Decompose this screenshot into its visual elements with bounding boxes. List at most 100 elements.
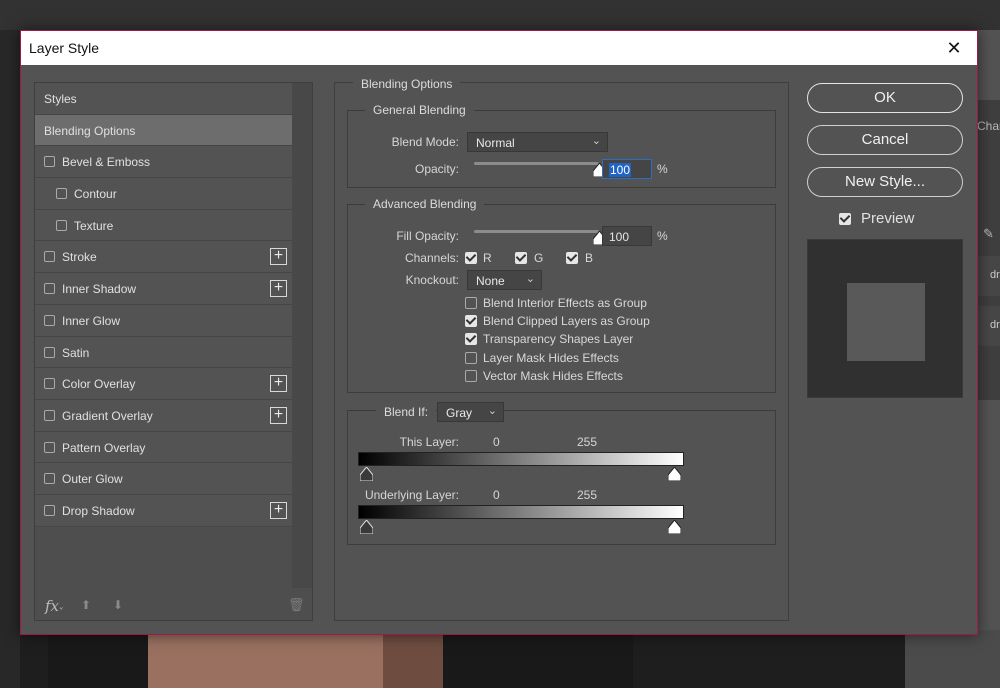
vector-mask-hides-effects-checkbox[interactable] xyxy=(465,370,477,382)
move-up-icon[interactable]: ⬆ xyxy=(81,598,91,612)
advanced-blending-group: Advanced Blending Fill Opacity: 100 % Ch… xyxy=(347,197,776,393)
stroke-checkbox[interactable] xyxy=(44,251,55,263)
layer-item-label: dr xyxy=(990,319,1000,331)
style-preview xyxy=(807,239,963,398)
blending-options-panel: Blending Options General Blending Blend … xyxy=(334,77,789,621)
style-item-inner-glow[interactable]: Inner Glow xyxy=(35,304,292,337)
style-item-label: Satin xyxy=(62,345,90,360)
add-stroke-icon[interactable]: + xyxy=(270,248,287,266)
color-overlay-checkbox[interactable] xyxy=(44,378,55,390)
style-item-satin[interactable]: Satin xyxy=(35,336,292,369)
texture-checkbox[interactable] xyxy=(56,219,67,231)
layer-item[interactable]: dr xyxy=(977,306,1000,346)
blend-interior-effects-checkbox[interactable] xyxy=(465,297,477,309)
outer-glow-checkbox[interactable] xyxy=(44,473,55,485)
underlying-layer-black-handle[interactable] xyxy=(360,520,373,534)
style-item-texture[interactable]: Texture xyxy=(35,209,292,242)
transparency-shapes-layer-checkbox[interactable] xyxy=(465,333,477,345)
right-panel-tab[interactable]: Char xyxy=(977,116,1000,136)
style-item-label: Drop Shadow xyxy=(62,503,135,518)
fill-opacity-label: Fill Opacity: xyxy=(396,229,459,243)
ok-button[interactable]: OK xyxy=(807,83,963,113)
channel-b-checkbox[interactable] xyxy=(566,252,578,264)
underlying-layer-min: 0 xyxy=(493,488,500,502)
general-blending-legend: General Blending xyxy=(365,103,474,117)
layer-item[interactable]: dr xyxy=(977,256,1000,296)
satin-checkbox[interactable] xyxy=(44,346,55,358)
blend-mode-value: Normal xyxy=(476,136,515,150)
drop-shadow-checkbox[interactable] xyxy=(44,504,55,516)
styles-panel: Styles Blending Options Bevel & Emboss C… xyxy=(34,82,313,621)
channels-label: Channels: xyxy=(404,251,459,265)
layer-style-dialog: Layer Style ✕ Styles Blending Options Be… xyxy=(20,30,978,635)
style-item-pattern-overlay[interactable]: Pattern Overlay xyxy=(35,431,292,464)
style-item-color-overlay[interactable]: Color Overlay + xyxy=(35,368,292,400)
styles-list: Styles Blending Options Bevel & Emboss C… xyxy=(35,83,292,527)
blend-if-select[interactable]: Gray ⌄ xyxy=(437,402,504,422)
blend-interior-effects-label[interactable]: Blend Interior Effects as Group xyxy=(483,296,647,310)
contour-checkbox[interactable] xyxy=(56,188,67,200)
style-item-outer-glow[interactable]: Outer Glow xyxy=(35,463,292,495)
styles-header[interactable]: Styles xyxy=(35,83,292,115)
underlying-layer-white-handle[interactable] xyxy=(668,520,681,534)
fx-icon[interactable]: fx˅ xyxy=(45,597,64,618)
layer-mask-hides-effects-label[interactable]: Layer Mask Hides Effects xyxy=(483,351,619,365)
knockout-value: None xyxy=(476,274,505,288)
opacity-input[interactable]: 100 xyxy=(602,159,652,179)
this-layer-max: 255 xyxy=(577,435,598,449)
this-layer-min: 0 xyxy=(493,435,500,449)
style-item-contour[interactable]: Contour xyxy=(35,178,292,210)
this-layer-white-handle[interactable] xyxy=(668,467,681,481)
channel-g-checkbox[interactable] xyxy=(515,252,527,264)
app-right-area xyxy=(905,630,1000,688)
add-color-overlay-icon[interactable]: + xyxy=(270,375,287,393)
style-item-gradient-overlay[interactable]: Gradient Overlay + xyxy=(35,399,292,432)
style-item-bevel-emboss[interactable]: Bevel & Emboss xyxy=(35,146,292,179)
blend-if-label: Blend If: xyxy=(376,405,437,419)
channel-r-checkbox[interactable] xyxy=(465,252,477,264)
style-item-stroke[interactable]: Stroke + xyxy=(35,241,292,274)
cancel-button[interactable]: Cancel xyxy=(807,125,963,155)
blend-clipped-layers-label[interactable]: Blend Clipped Layers as Group xyxy=(483,314,650,328)
layer-item-label: dr xyxy=(990,269,1000,281)
preview-checkbox[interactable] xyxy=(839,213,851,225)
transparency-shapes-layer-label[interactable]: Transparency Shapes Layer xyxy=(483,332,633,346)
style-item-blending-options[interactable]: Blending Options xyxy=(35,114,292,147)
gradient-overlay-checkbox[interactable] xyxy=(44,409,55,421)
opacity-label: Opacity: xyxy=(414,162,459,176)
general-blending-group: General Blending Blend Mode: Normal ⌄ Op… xyxy=(347,103,776,188)
knockout-select[interactable]: None ⌄ xyxy=(467,270,542,290)
move-down-icon[interactable]: ⬇ xyxy=(113,598,123,612)
pattern-overlay-checkbox[interactable] xyxy=(44,441,55,453)
fill-opacity-input[interactable]: 100 xyxy=(602,226,652,246)
add-drop-shadow-icon[interactable]: + xyxy=(270,501,287,519)
style-item-label: Color Overlay xyxy=(62,377,136,392)
channel-b-label: B xyxy=(585,251,594,265)
this-layer-gradient xyxy=(358,452,684,466)
inner-glow-checkbox[interactable] xyxy=(44,314,55,326)
style-item-label: Outer Glow xyxy=(62,472,123,487)
trash-icon[interactable]: 🗑 xyxy=(288,597,305,613)
this-layer-black-handle[interactable] xyxy=(360,467,373,481)
bevel-emboss-checkbox[interactable] xyxy=(44,156,55,168)
opacity-slider[interactable] xyxy=(474,162,599,165)
blend-clipped-layers-checkbox[interactable] xyxy=(465,315,477,327)
knockout-label: Knockout: xyxy=(405,273,459,287)
new-style-button[interactable]: New Style... xyxy=(807,167,963,197)
style-item-drop-shadow[interactable]: Drop Shadow + xyxy=(35,494,292,527)
underlying-layer-gradient xyxy=(358,505,684,519)
add-inner-shadow-icon[interactable]: + xyxy=(270,280,287,298)
blend-mode-select[interactable]: Normal ⌄ xyxy=(467,132,608,152)
close-icon[interactable]: ✕ xyxy=(943,37,965,59)
style-item-inner-shadow[interactable]: Inner Shadow + xyxy=(35,273,292,305)
fill-opacity-slider[interactable] xyxy=(474,230,599,233)
brush-icon[interactable]: ✎ xyxy=(983,226,994,242)
preview-label[interactable]: Preview xyxy=(861,210,914,227)
app-toolbar xyxy=(0,0,1000,30)
add-gradient-overlay-icon[interactable]: + xyxy=(270,406,287,424)
styles-scrollbar[interactable] xyxy=(292,83,312,588)
layer-mask-hides-effects-checkbox[interactable] xyxy=(465,352,477,364)
inner-shadow-checkbox[interactable] xyxy=(44,283,55,295)
underlying-layer-label: Underlying Layer: xyxy=(364,488,459,502)
vector-mask-hides-effects-label[interactable]: Vector Mask Hides Effects xyxy=(483,369,623,383)
